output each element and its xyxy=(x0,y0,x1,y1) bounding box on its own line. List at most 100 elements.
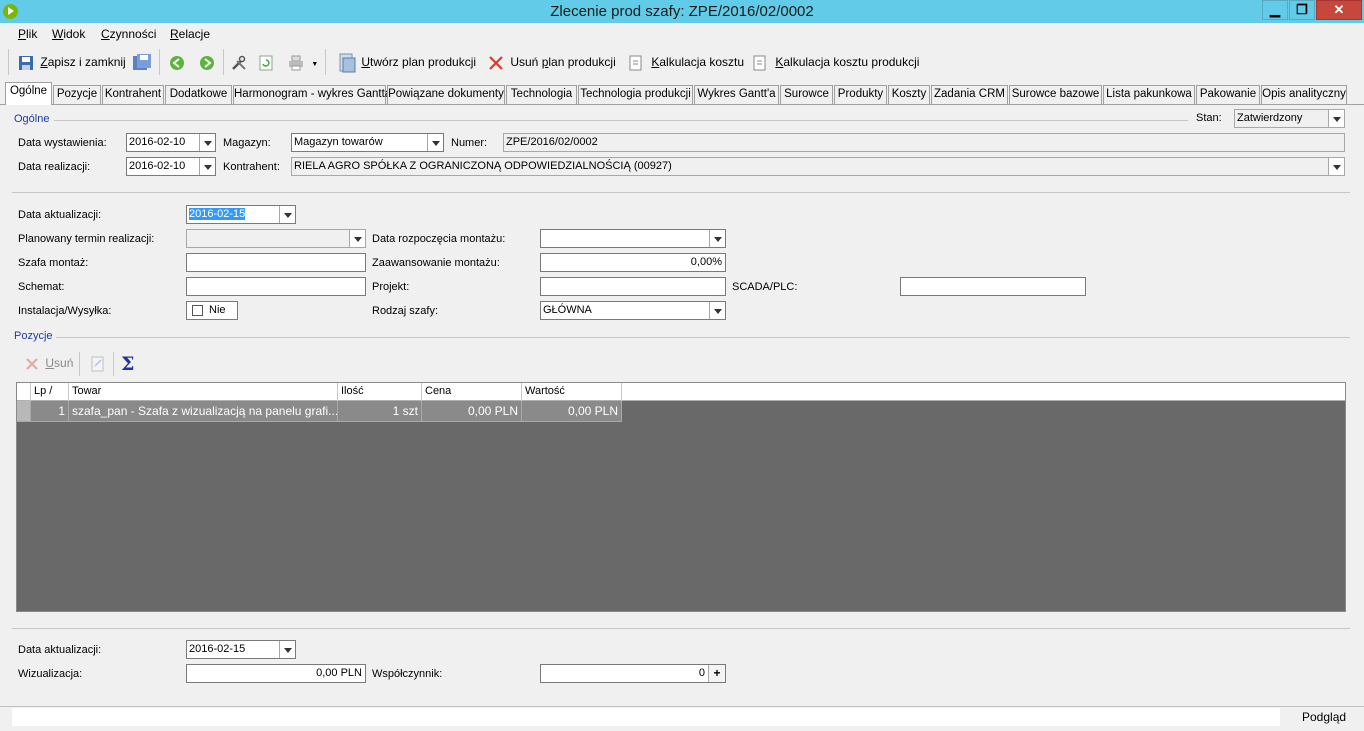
contractor-select[interactable]: RIELA AGRO SPÓŁKA Z OGRANICZONĄ ODPOWIED… xyxy=(291,157,1345,176)
save-icon xyxy=(133,53,151,70)
menu-czynnosci[interactable]: Czynności xyxy=(101,27,156,41)
scheme-input[interactable] xyxy=(186,277,366,296)
update-date-label: Data aktualizacji: xyxy=(18,209,102,221)
realization-date-picker[interactable]: 2016-02-10 xyxy=(126,157,216,176)
chevron-down-icon[interactable]: ▼ xyxy=(311,61,318,68)
tab-lista-pakunkowa[interactable]: Lista pakunkowa xyxy=(1103,85,1195,104)
chevron-down-icon[interactable] xyxy=(279,206,295,223)
cell-price[interactable]: 0,00 PLN xyxy=(422,401,522,422)
planned-term-label: Planowany termin realizacji: xyxy=(18,233,155,245)
contractor-label: Kontrahent: xyxy=(223,161,280,173)
footer-update-date-picker[interactable]: 2016-02-15 xyxy=(186,640,296,659)
tab-pozycje[interactable]: Pozycje xyxy=(53,85,101,104)
create-plan-button[interactable]: Utwórz plan produkcji xyxy=(338,52,476,73)
cost-calculation-button[interactable]: Kalkulacja kosztu xyxy=(628,52,744,72)
row-selector[interactable] xyxy=(17,401,31,422)
column-header-price[interactable]: Cena xyxy=(422,383,522,401)
tab-harmonogram[interactable]: Harmonogram - wykres Gantta xyxy=(233,85,391,104)
maximize-button[interactable]: ❐ xyxy=(1289,0,1315,20)
cell-item[interactable]: szafa_pan - Szafa z wizualizacją na pane… xyxy=(69,401,338,422)
cell-value[interactable]: 0,00 PLN xyxy=(522,401,622,422)
chevron-down-icon[interactable] xyxy=(709,230,725,247)
cabinet-type-select[interactable]: GŁÓWNA xyxy=(540,301,726,320)
tab-technologia-produkcji[interactable]: Technologia produkcji xyxy=(578,85,693,104)
tab-pakowanie[interactable]: Pakowanie xyxy=(1196,85,1260,104)
save-close-button[interactable]: Zapisz i zamknij xyxy=(18,52,126,72)
chevron-down-icon[interactable] xyxy=(199,158,215,175)
x-icon xyxy=(26,358,38,370)
toolbar-separator xyxy=(79,352,80,376)
column-header-value[interactable]: Wartość xyxy=(522,383,622,401)
number-field[interactable]: ZPE/2016/02/0002 xyxy=(503,133,1345,152)
menu-relacje[interactable]: Relacje xyxy=(170,27,210,41)
planned-term-picker[interactable] xyxy=(186,229,366,248)
issue-date-picker[interactable]: 2016-02-10 xyxy=(126,133,216,152)
assembly-progress-label: Zaawansowanie montażu: xyxy=(372,257,500,269)
forward-button[interactable] xyxy=(199,52,215,72)
preview-button[interactable]: Podgląd xyxy=(1302,710,1346,724)
chevron-down-icon[interactable] xyxy=(349,230,365,247)
grid-toolbar xyxy=(16,349,1346,379)
tab-kontrahent[interactable]: Kontrahent xyxy=(102,85,164,104)
minimize-button[interactable]: ▁ xyxy=(1262,0,1288,20)
tab-dodatkowe[interactable]: Dodatkowe xyxy=(165,85,232,104)
print-button[interactable]: ▼ xyxy=(288,52,318,72)
status-label: Stan: xyxy=(1196,112,1222,124)
assembly-start-label: Data rozpoczęcia montażu: xyxy=(372,233,506,245)
tab-surowce[interactable]: Surowce xyxy=(780,85,833,104)
group-label-positions: Pozycje xyxy=(14,330,53,342)
tab-koszty[interactable]: Koszty xyxy=(888,85,930,104)
tab-surowce-bazowe[interactable]: Surowce bazowe xyxy=(1009,85,1102,104)
status-select[interactable]: Zatwierdzony xyxy=(1234,109,1345,128)
save-button[interactable] xyxy=(132,52,152,72)
chevron-down-icon[interactable] xyxy=(199,134,215,151)
chevron-down-icon[interactable] xyxy=(279,641,295,658)
tab-ogolne[interactable]: Ogólne xyxy=(5,82,52,105)
delete-position-button[interactable]: Usuń xyxy=(24,356,73,372)
tools-button[interactable] xyxy=(231,52,247,72)
group-label-general: Ogólne xyxy=(14,113,50,125)
plus-icon[interactable]: + xyxy=(708,665,725,682)
cabinet-assembly-input[interactable] xyxy=(186,253,366,272)
visualization-label: Wizualizacja: xyxy=(18,668,83,680)
column-header-lp[interactable]: Lp / xyxy=(31,383,69,401)
toolbar-separator xyxy=(325,49,326,75)
delete-plan-button[interactable]: Usuń plan produkcji xyxy=(488,52,616,72)
install-toggle[interactable]: Nie xyxy=(186,301,238,320)
update-date-picker[interactable]: 2016-02-15 xyxy=(186,205,296,224)
document-plan-icon xyxy=(339,53,356,73)
back-button[interactable] xyxy=(169,52,185,72)
visualization-input[interactable]: 0,00 PLN xyxy=(186,664,366,683)
chevron-down-icon[interactable] xyxy=(709,302,725,319)
chevron-down-icon[interactable] xyxy=(1328,158,1344,175)
tab-opis-analityczny[interactable]: Opis analityczny xyxy=(1261,85,1347,104)
tab-wykres-gantta[interactable]: Wykres Gantt'a xyxy=(694,85,779,104)
close-button[interactable]: ✕ xyxy=(1316,0,1362,20)
chevron-down-icon[interactable] xyxy=(427,134,443,151)
production-cost-calculation-button[interactable]: Kalkulacja kosztu produkcji xyxy=(752,52,919,72)
column-header-quantity[interactable]: Ilość xyxy=(338,383,422,401)
edit-position-button[interactable] xyxy=(90,356,106,372)
menu-widok[interactable]: Widok xyxy=(52,27,85,41)
cell-quantity[interactable]: 1 szt xyxy=(338,401,422,422)
tab-powiazane-dokumenty[interactable]: Powiązane dokumenty xyxy=(387,85,505,104)
project-input[interactable] xyxy=(540,277,726,296)
toolbar-separator xyxy=(223,49,224,75)
checkbox[interactable] xyxy=(192,304,203,316)
group-divider xyxy=(56,337,1350,338)
tab-produkty[interactable]: Produkty xyxy=(834,85,887,104)
sum-icon[interactable]: Σ xyxy=(121,353,134,375)
assembly-start-picker[interactable] xyxy=(540,229,726,248)
refresh-button[interactable] xyxy=(258,52,274,72)
scada-input[interactable] xyxy=(900,277,1086,296)
row-indicator-header xyxy=(17,383,31,401)
assembly-progress-input[interactable]: 0,00% xyxy=(540,253,726,272)
cell-lp[interactable]: 1 xyxy=(31,401,69,422)
warehouse-select[interactable]: Magazyn towarów xyxy=(291,133,444,152)
menu-plik[interactable]: Plik xyxy=(18,27,37,41)
column-header-item[interactable]: Towar xyxy=(69,383,338,401)
coefficient-input[interactable]: 0 xyxy=(540,664,726,683)
tab-technologia[interactable]: Technologia xyxy=(506,85,577,104)
chevron-down-icon[interactable] xyxy=(1328,110,1344,127)
tab-zadania-crm[interactable]: Zadania CRM xyxy=(931,85,1008,104)
